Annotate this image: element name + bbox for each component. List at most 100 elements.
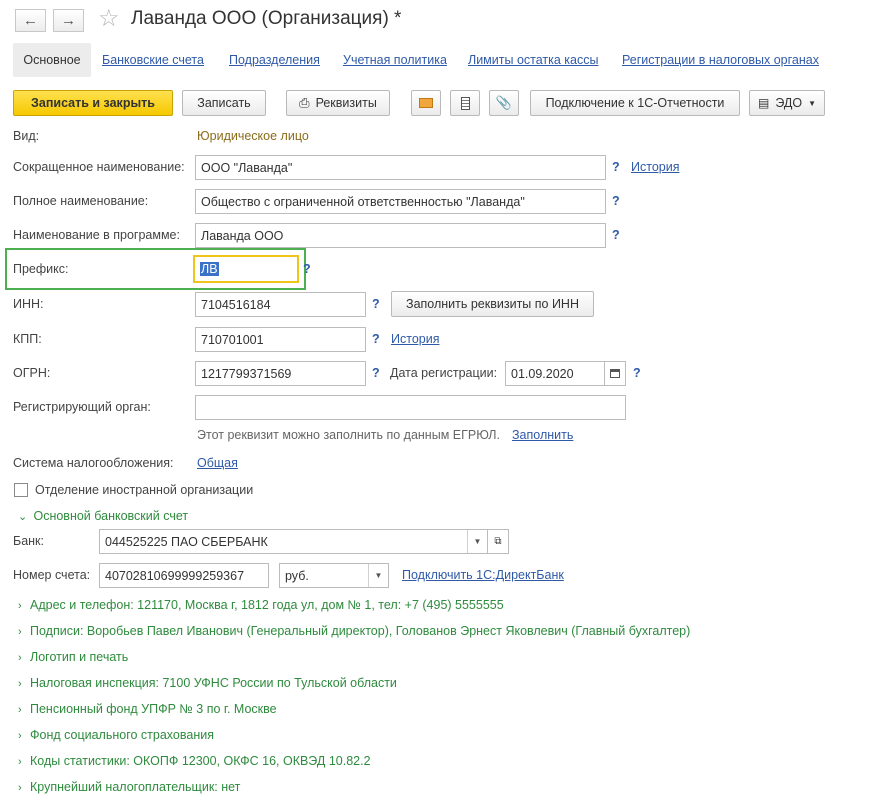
bank-field[interactable]: 044525225 ПАО СБЕРБАНК ▼ (99, 529, 488, 554)
ogrn-field[interactable]: 1217799371569 (195, 361, 366, 386)
short-name-field[interactable]: ООО "Лаванда" (195, 155, 606, 180)
foreign-branch-label: Отделение иностранной организации (35, 483, 254, 497)
egrul-hint: Этот реквизит можно заполнить по данным … (197, 428, 500, 442)
section-largest-taxpayer[interactable]: › Крупнейший налогоплательщик: нет (18, 780, 240, 794)
egrul-fill-link[interactable]: Заполнить (512, 428, 573, 442)
tab-main[interactable]: Основное (13, 43, 91, 77)
tab-divisions[interactable]: Подразделения (229, 53, 320, 67)
save-and-close-label: Записать и закрыть (31, 96, 155, 110)
inn-field[interactable]: 7104516184 (195, 292, 366, 317)
edo-label: ЭДО (775, 96, 803, 110)
section-social-insurance[interactable]: › Фонд социального страхования (18, 728, 214, 742)
requisites-button[interactable]: ⎙ Реквизиты (286, 90, 390, 116)
arrow-right-icon: → (61, 12, 76, 29)
chevron-right-icon: › (18, 782, 22, 794)
chevron-right-icon: › (18, 730, 22, 742)
account-label: Номер счета: (13, 568, 91, 582)
chevron-down-icon: ⌄ (18, 511, 28, 523)
save-and-close-button[interactable]: Записать и закрыть (13, 90, 173, 116)
tab-tax-registrations[interactable]: Регистрации в налоговых органах (622, 53, 819, 67)
requisites-label: Реквизиты (315, 96, 377, 110)
save-label: Записать (197, 96, 251, 110)
kpp-field[interactable]: 710701001 (195, 327, 366, 352)
edo-dropdown-button[interactable]: ▤ ЭДО ▼ (749, 90, 825, 116)
full-name-field[interactable]: Общество с ограниченной ответственностью… (195, 189, 606, 214)
prefix-value: ЛВ (200, 262, 219, 276)
short-name-label: Сокращенное наименование: (13, 160, 185, 174)
section-tax-inspection[interactable]: › Налоговая инспекция: 7100 УФНС России п… (18, 676, 397, 690)
open-window-icon: ⧉ (494, 536, 502, 547)
direct-bank-link[interactable]: Подключить 1С:ДиректБанк (402, 568, 564, 582)
chevron-right-icon: › (18, 626, 22, 638)
short-name-history-link[interactable]: История (631, 160, 679, 174)
back-button[interactable]: ← (15, 9, 46, 32)
page-title: Лаванда ООО (Организация) * (131, 8, 402, 29)
arrow-left-icon: ← (23, 12, 38, 29)
section-pension-fund-label: Пенсионный фонд УПФР № 3 по г. Москве (30, 702, 277, 716)
kpp-history-link[interactable]: История (391, 332, 439, 346)
section-social-insurance-label: Фонд социального страхования (30, 728, 214, 742)
chevron-right-icon: › (18, 600, 22, 612)
chevron-down-icon[interactable]: ▼ (467, 530, 487, 553)
section-logo-label: Логотип и печать (30, 650, 129, 664)
reg-date-help-icon[interactable]: ? (633, 366, 641, 380)
reg-date-field[interactable]: 01.09.2020 (505, 361, 605, 386)
chevron-down-icon: ▼ (808, 98, 817, 108)
chevron-right-icon: › (18, 652, 22, 664)
calendar-icon (610, 369, 620, 378)
tax-system-link[interactable]: Общая (197, 456, 238, 470)
account-field[interactable]: 40702810699999259367 (99, 563, 269, 588)
section-logo[interactable]: › Логотип и печать (18, 650, 128, 664)
section-signatures[interactable]: › Подписи: Воробьев Павел Иванович (Генер… (18, 624, 690, 638)
attach-button[interactable]: 📎 (489, 90, 519, 116)
section-address-label: Адрес и телефон: 121170, Москва г, 1812 … (30, 598, 504, 612)
program-name-field[interactable]: Лаванда ООО (195, 223, 606, 248)
reg-org-field[interactable] (195, 395, 626, 420)
vid-label: Вид: (13, 129, 40, 143)
chevron-right-icon: › (18, 704, 22, 716)
reg-org-label: Регистрирующий орган: (13, 400, 151, 414)
envelope-icon (419, 98, 433, 108)
prefix-help-icon[interactable]: ? (303, 262, 311, 276)
document-button[interactable] (450, 90, 480, 116)
currency-value: руб. (285, 568, 309, 583)
section-address[interactable]: › Адрес и телефон: 121170, Москва г, 1812… (18, 598, 504, 612)
full-name-help-icon[interactable]: ? (612, 194, 620, 208)
fill-by-inn-button[interactable]: Заполнить реквизиты по ИНН (391, 291, 594, 317)
edo-icon: ▤ (757, 96, 770, 110)
calendar-button[interactable] (604, 361, 626, 386)
full-name-label: Полное наименование: (13, 194, 149, 208)
chevron-down-icon[interactable]: ▼ (368, 564, 388, 587)
ogrn-help-icon[interactable]: ? (372, 366, 380, 380)
inn-help-icon[interactable]: ? (372, 297, 380, 311)
short-name-help-icon[interactable]: ? (612, 160, 620, 174)
section-pension-fund[interactable]: › Пенсионный фонд УПФР № 3 по г. Москве (18, 702, 277, 716)
prefix-field[interactable]: ЛВ (193, 255, 299, 283)
currency-select[interactable]: руб. ▼ (279, 563, 389, 588)
inn-label: ИНН: (13, 297, 44, 311)
tab-bank-accounts[interactable]: Банковские счета (102, 53, 204, 67)
bank-section-label: Основной банковский счет (33, 509, 189, 523)
foreign-branch-checkbox[interactable] (14, 483, 28, 497)
tab-accounting-policy[interactable]: Учетная политика (343, 53, 447, 67)
bank-section-toggle[interactable]: ⌄ Основной банковский счет (18, 509, 188, 523)
bank-open-button[interactable]: ⧉ (487, 529, 509, 554)
section-stat-codes[interactable]: › Коды статистики: ОКОПФ 12300, ОКФС 16, … (18, 754, 371, 768)
vid-value: Юридическое лицо (197, 129, 309, 143)
prefix-label: Префикс: (13, 262, 69, 276)
connect-1c-reporting-button[interactable]: Подключение к 1С-Отчетности (530, 90, 740, 116)
bank-label: Банк: (13, 534, 44, 548)
tab-cash-limits[interactable]: Лимиты остатка кассы (468, 53, 598, 67)
save-button[interactable]: Записать (182, 90, 266, 116)
favorite-star-icon[interactable]: ☆ (98, 4, 120, 33)
bank-value: 044525225 ПАО СБЕРБАНК (105, 534, 268, 549)
forward-button[interactable]: → (53, 9, 84, 32)
program-name-label: Наименование в программе: (13, 228, 180, 242)
tax-system-label: Система налогообложения: (13, 456, 174, 470)
fill-by-inn-label: Заполнить реквизиты по ИНН (406, 297, 579, 311)
mail-button[interactable] (411, 90, 441, 116)
printer-icon: ⎙ (299, 95, 310, 110)
program-name-help-icon[interactable]: ? (612, 228, 620, 242)
paperclip-icon: 📎 (495, 95, 513, 110)
kpp-help-icon[interactable]: ? (372, 332, 380, 346)
